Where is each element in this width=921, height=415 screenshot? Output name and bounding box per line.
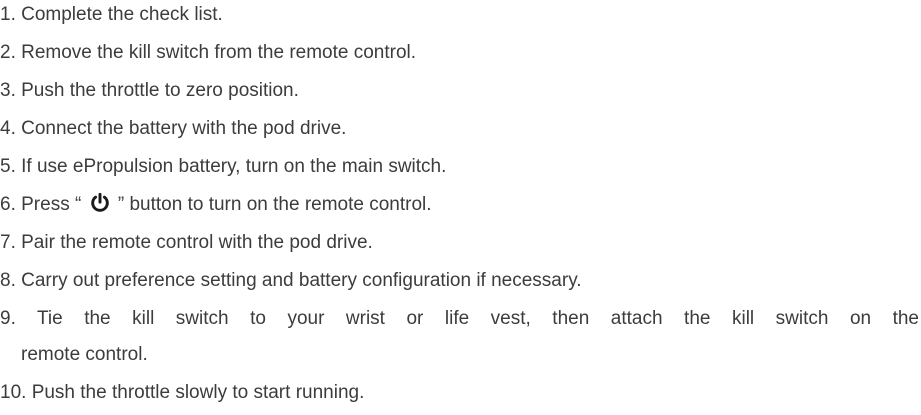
step-8: 8. Carry out preference setting and batt…: [0, 270, 582, 291]
power-icon: [89, 192, 111, 214]
step-7: 7. Pair the remote control with the pod …: [0, 232, 373, 253]
step-9-line-2: remote control.: [21, 344, 148, 365]
step-5: 5. If use ePropulsion battery, turn on t…: [0, 156, 447, 177]
step-1: 1. Complete the check list.: [0, 4, 223, 25]
step-10: 10. Push the throttle slowly to start ru…: [0, 382, 365, 403]
step-4: 4. Connect the battery with the pod driv…: [0, 118, 347, 139]
step-6-text-before: 6. Press “: [0, 194, 87, 215]
step-2: 2. Remove the kill switch from the remot…: [0, 42, 417, 63]
step-6: 6. Press “ ” button to turn on the remot…: [0, 190, 432, 220]
step-3: 3. Push the throttle to zero position.: [0, 80, 299, 101]
step-9: 9. Tie the kill switch to your wrist or …: [0, 304, 921, 370]
step-9-line-1: 9. Tie the kill switch to your wrist or …: [0, 308, 919, 329]
step-6-text-after: ” button to turn on the remote control.: [112, 194, 432, 215]
